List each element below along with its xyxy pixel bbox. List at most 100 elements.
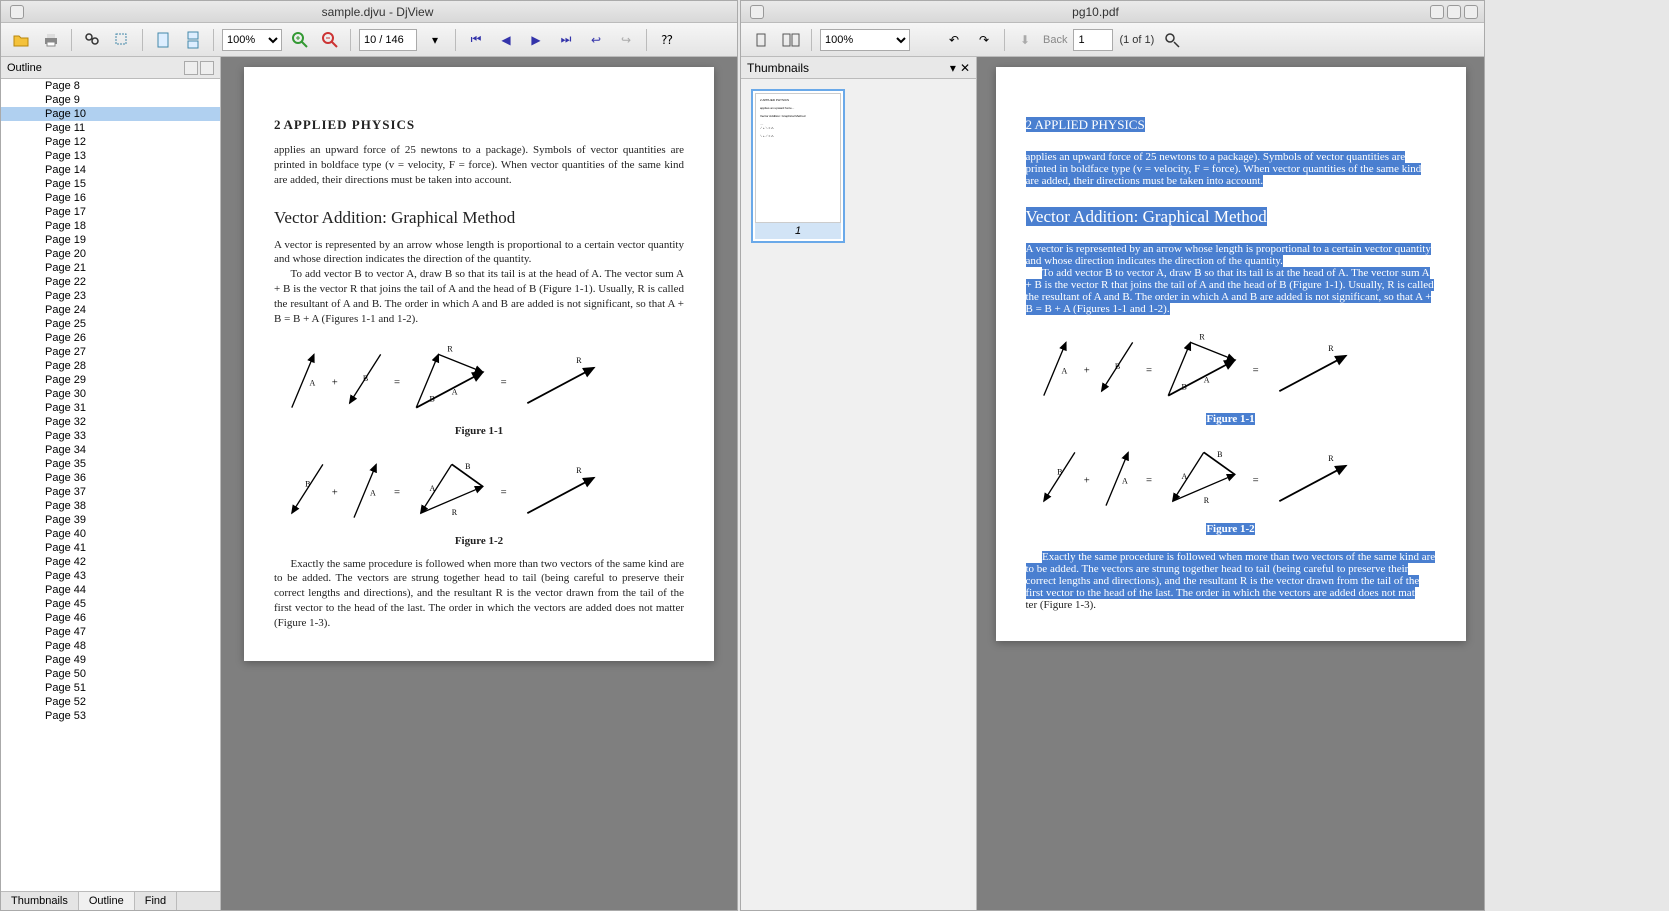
zoom-in-icon[interactable] [288, 28, 312, 52]
minimize-icon[interactable] [1430, 5, 1444, 19]
help-icon[interactable]: ⁇ [655, 28, 679, 52]
outline-item[interactable]: Page 23 [1, 289, 220, 303]
select-icon[interactable] [110, 28, 134, 52]
outline-item[interactable]: Page 15 [1, 177, 220, 191]
nav-back-icon[interactable]: ↩ [584, 28, 608, 52]
prev-page-icon[interactable]: ◀ [494, 28, 518, 52]
outline-item[interactable]: Page 24 [1, 303, 220, 317]
close-icon[interactable]: ✕ [960, 61, 970, 75]
outline-item[interactable]: Page 44 [1, 583, 220, 597]
outline-item[interactable]: Page 50 [1, 667, 220, 681]
svg-text:=: = [394, 487, 400, 498]
outline-item[interactable]: Page 17 [1, 205, 220, 219]
outline-item[interactable]: Page 36 [1, 471, 220, 485]
detach-icon[interactable] [184, 61, 198, 75]
back-label[interactable]: Back [1043, 34, 1067, 46]
dropdown-icon[interactable]: ▾ [423, 28, 447, 52]
outline-item[interactable]: Page 41 [1, 541, 220, 555]
last-page-icon[interactable]: ⏭ [554, 28, 578, 52]
window-menu-icon[interactable] [750, 5, 764, 19]
tab-thumbnails[interactable]: Thumbnails [1, 892, 79, 910]
tab-find[interactable]: Find [135, 892, 177, 910]
section-heading[interactable]: Vector Addition: Graphical Method [1026, 207, 1267, 226]
dual-page-icon[interactable] [779, 28, 803, 52]
outline-item[interactable]: Page 25 [1, 317, 220, 331]
svg-text:B: B [430, 394, 435, 403]
chevron-down-icon[interactable]: ▾ [950, 61, 956, 75]
outline-item[interactable]: Page 47 [1, 625, 220, 639]
zoom-select[interactable]: 100% [820, 29, 910, 51]
outline-item[interactable]: Page 48 [1, 639, 220, 653]
outline-item[interactable]: Page 35 [1, 457, 220, 471]
find-icon[interactable] [80, 28, 104, 52]
paragraph[interactable]: A vector is represented by an arrow whos… [1026, 243, 1431, 267]
outline-item[interactable]: Page 28 [1, 359, 220, 373]
page-viewport[interactable]: 2 APPLIED PHYSICS applies an upward forc… [977, 57, 1484, 910]
outline-item[interactable]: Page 45 [1, 597, 220, 611]
search-icon[interactable] [1160, 28, 1184, 52]
zoom-out-icon[interactable] [318, 28, 342, 52]
outline-item[interactable]: Page 32 [1, 415, 220, 429]
outline-item[interactable]: Page 8 [1, 79, 220, 93]
outline-item[interactable]: Page 21 [1, 261, 220, 275]
svg-text:B: B [1057, 468, 1062, 477]
paragraph[interactable]: applies an upward force of 25 newtons to… [1026, 151, 1422, 187]
paragraph[interactable]: Exactly the same procedure is followed w… [1026, 551, 1436, 599]
open-icon[interactable] [9, 28, 33, 52]
chapter-line[interactable]: 2 APPLIED PHYSICS [1026, 117, 1145, 132]
outline-item[interactable]: Page 30 [1, 387, 220, 401]
figure-caption[interactable]: Figure 1-2 [1206, 523, 1254, 535]
close-icon[interactable] [1464, 5, 1478, 19]
outline-item[interactable]: Page 11 [1, 121, 220, 135]
outline-item[interactable]: Page 34 [1, 443, 220, 457]
thumbnail-item[interactable]: 2 APPLIED PHYSICSapplies an upward force… [751, 89, 845, 243]
outline-item[interactable]: Page 22 [1, 275, 220, 289]
outline-item[interactable]: Page 52 [1, 695, 220, 709]
outline-item[interactable]: Page 12 [1, 135, 220, 149]
outline-item[interactable]: Page 29 [1, 373, 220, 387]
single-page-icon[interactable] [749, 28, 773, 52]
rotate-right-icon[interactable]: ↷ [972, 28, 996, 52]
outline-item[interactable]: Page 46 [1, 611, 220, 625]
svg-text:A: A [310, 378, 316, 387]
figure-caption[interactable]: Figure 1-1 [1206, 413, 1254, 425]
outline-item[interactable]: Page 13 [1, 149, 220, 163]
maximize-icon[interactable] [1447, 5, 1461, 19]
page-viewport[interactable]: 2 APPLIED PHYSICS applies an upward forc… [221, 57, 737, 910]
outline-item[interactable]: Page 9 [1, 93, 220, 107]
outline-item[interactable]: Page 18 [1, 219, 220, 233]
outline-item[interactable]: Page 42 [1, 555, 220, 569]
outline-item[interactable]: Page 51 [1, 681, 220, 695]
outline-item[interactable]: Page 38 [1, 499, 220, 513]
print-icon[interactable] [39, 28, 63, 52]
outline-item[interactable]: Page 53 [1, 709, 220, 723]
first-page-icon[interactable]: ⏮ [464, 28, 488, 52]
outline-item[interactable]: Page 33 [1, 429, 220, 443]
svg-text:=: = [394, 377, 400, 388]
outline-item[interactable]: Page 39 [1, 513, 220, 527]
zoom-select[interactable]: 100% [222, 29, 282, 51]
outline-list[interactable]: Page 8Page 9Page 10Page 11Page 12Page 13… [1, 79, 220, 891]
page-input[interactable] [359, 29, 417, 51]
outline-item[interactable]: Page 27 [1, 345, 220, 359]
outline-item[interactable]: Page 26 [1, 331, 220, 345]
outline-item[interactable]: Page 31 [1, 401, 220, 415]
rotate-left-icon[interactable]: ↶ [942, 28, 966, 52]
window-menu-icon[interactable] [10, 5, 24, 19]
continuous-icon[interactable] [181, 28, 205, 52]
outline-item[interactable]: Page 40 [1, 527, 220, 541]
single-page-icon[interactable] [151, 28, 175, 52]
page-input[interactable] [1073, 29, 1113, 51]
outline-item[interactable]: Page 20 [1, 247, 220, 261]
paragraph[interactable]: To add vector B to vector A, draw B so t… [1026, 267, 1434, 315]
outline-item[interactable]: Page 37 [1, 485, 220, 499]
tab-outline[interactable]: Outline [79, 892, 135, 910]
outline-item[interactable]: Page 14 [1, 163, 220, 177]
outline-item[interactable]: Page 19 [1, 233, 220, 247]
outline-item[interactable]: Page 10 [1, 107, 220, 121]
next-page-icon[interactable]: ▶ [524, 28, 548, 52]
close-icon[interactable] [200, 61, 214, 75]
outline-item[interactable]: Page 16 [1, 191, 220, 205]
outline-item[interactable]: Page 43 [1, 569, 220, 583]
outline-item[interactable]: Page 49 [1, 653, 220, 667]
